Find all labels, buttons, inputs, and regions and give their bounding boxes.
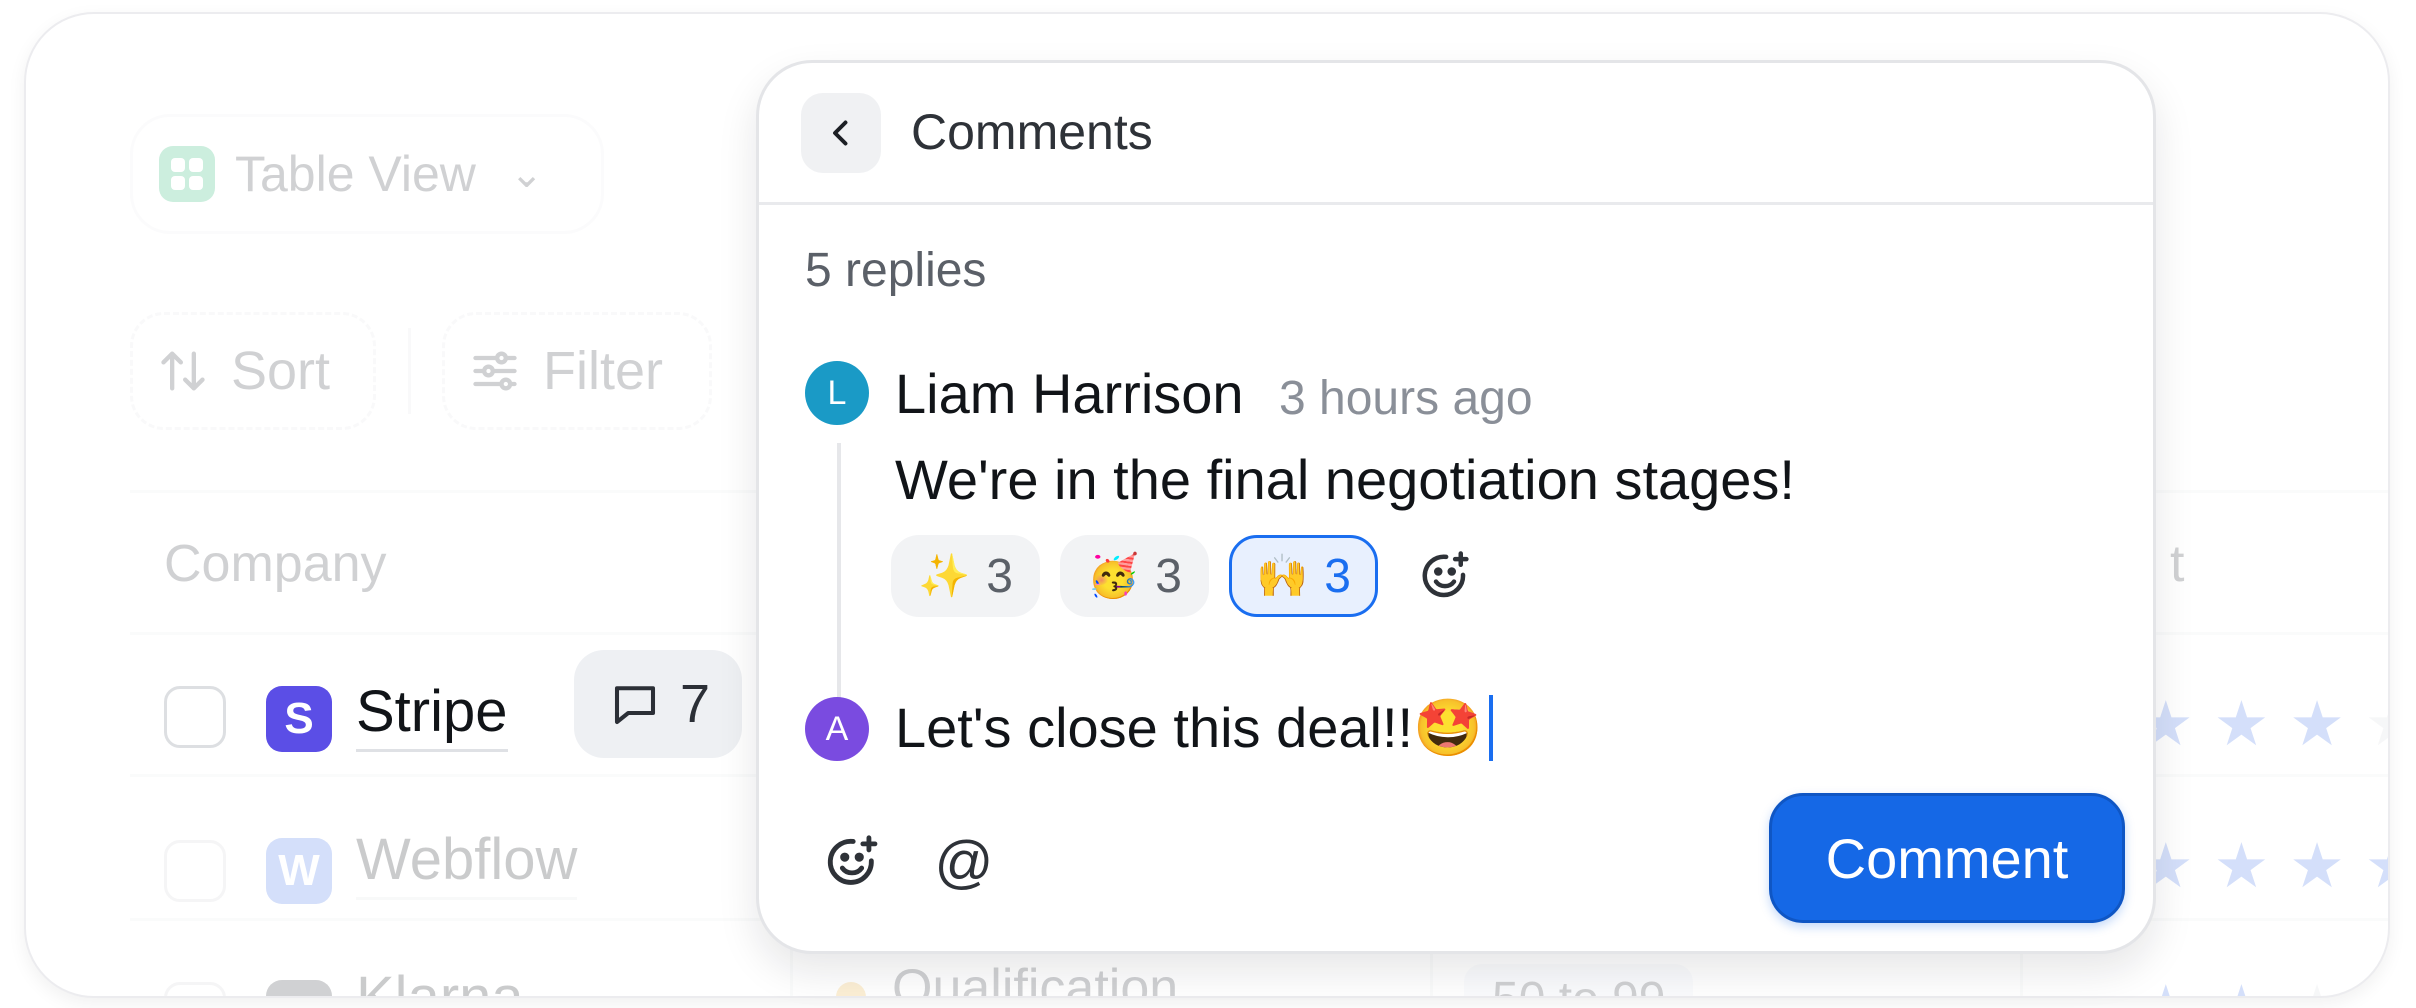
- company-name[interactable]: Webflow: [356, 826, 578, 900]
- row-checkbox[interactable]: [164, 982, 226, 996]
- add-emoji-icon: [827, 835, 878, 885]
- range-pill: 50 to 99: [1464, 964, 1694, 996]
- text-caret: [1488, 695, 1493, 761]
- rating-stars[interactable]: ★ ★ ★ ★: [2138, 836, 2388, 898]
- webflow-logo: W: [266, 838, 332, 904]
- reaction-sparkles[interactable]: ✨ 3: [891, 535, 1040, 617]
- star-icon[interactable]: ★: [2214, 978, 2270, 997]
- mention-button[interactable]: @: [927, 825, 1001, 899]
- company-name[interactable]: Klarna: [356, 964, 524, 996]
- sort-icon: [161, 351, 205, 391]
- rating-stars[interactable]: ★ ★ ★ ★: [2138, 978, 2388, 997]
- emoji-picker-button[interactable]: [815, 825, 889, 899]
- comment-author: Liam Harrison: [895, 362, 1244, 425]
- view-label: Table View: [235, 146, 476, 202]
- reaction-count: 3: [1324, 549, 1351, 603]
- reaction-raising-hands[interactable]: 🙌 3: [1229, 535, 1378, 617]
- row-checkbox[interactable]: [164, 686, 226, 748]
- sort-label: Sort: [231, 341, 331, 401]
- comment-submit-button[interactable]: Comment: [1769, 793, 2125, 923]
- thread-line: [837, 443, 841, 719]
- reaction-partying-face[interactable]: 🥳 3: [1060, 535, 1209, 617]
- chevron-left-icon: [833, 120, 848, 146]
- partying-face-icon: 🥳: [1087, 551, 1140, 599]
- popover-title: Comments: [911, 104, 1153, 160]
- klarna-logo: K: [266, 980, 332, 996]
- replies-count: 5 replies: [805, 244, 987, 297]
- raising-hands-icon: 🙌: [1256, 551, 1309, 599]
- comment-count-button[interactable]: 7: [574, 650, 742, 758]
- star-icon[interactable]: ★: [2214, 694, 2270, 756]
- reaction-count: 3: [986, 549, 1013, 603]
- reaction-count: 3: [1155, 549, 1182, 603]
- popover-header: Comments: [759, 63, 2153, 205]
- comment-input[interactable]: Let's close this deal!!🤩: [895, 695, 1493, 761]
- toolbar-divider: [408, 328, 411, 414]
- add-emoji-icon: [1422, 551, 1469, 598]
- back-button[interactable]: [801, 93, 881, 173]
- avatar: L: [805, 361, 869, 425]
- grid-icon: [159, 146, 215, 202]
- comment-bubble-icon: [614, 686, 656, 725]
- comment-message: We're in the final negotiation stages!: [895, 448, 1795, 511]
- column-divider: [790, 944, 793, 996]
- star-icon[interactable]: ★: [2289, 978, 2345, 997]
- star-icon[interactable]: ★: [2365, 978, 2388, 997]
- comment-count: 7: [680, 674, 711, 734]
- chevron-down-icon: ⌄: [509, 152, 544, 196]
- company-name[interactable]: Stripe: [356, 678, 508, 752]
- star-icon[interactable]: ★: [2289, 694, 2345, 756]
- filter-sliders-icon: [473, 351, 517, 391]
- filter-button[interactable]: Filter: [442, 312, 712, 430]
- star-icon[interactable]: ★: [2138, 978, 2194, 997]
- add-reaction-button[interactable]: [1410, 541, 1480, 611]
- star-icon[interactable]: ★: [2214, 836, 2270, 898]
- row-checkbox[interactable]: [164, 840, 226, 902]
- column-header-company[interactable]: Company: [164, 534, 387, 594]
- stage-label: Qualification: [892, 959, 1179, 998]
- sparkles-icon: ✨: [918, 551, 971, 599]
- stage-status-dot: [836, 982, 866, 996]
- comments-popover: Comments 5 replies L Liam Harrison 3 hou…: [756, 60, 2156, 954]
- star-icon[interactable]: ★: [2365, 694, 2388, 756]
- table-view-button[interactable]: Table View ⌄: [130, 114, 604, 234]
- rating-stars[interactable]: ★ ★ ★ ★: [2138, 694, 2388, 756]
- star-icon[interactable]: ★: [2365, 836, 2388, 898]
- comment-input-text: Let's close this deal!!🤩: [895, 696, 1483, 759]
- sort-button[interactable]: Sort: [130, 312, 376, 430]
- column-header-rating[interactable]: t: [2170, 534, 2184, 594]
- avatar: A: [805, 697, 869, 761]
- comment-timestamp: 3 hours ago: [1279, 372, 1533, 425]
- at-sign-icon: @: [934, 829, 994, 895]
- filter-label: Filter: [543, 341, 663, 401]
- stripe-logo: S: [266, 686, 332, 752]
- reactions-row: ✨ 3 🥳 3 🙌 3: [891, 535, 1480, 617]
- star-icon[interactable]: ★: [2289, 836, 2345, 898]
